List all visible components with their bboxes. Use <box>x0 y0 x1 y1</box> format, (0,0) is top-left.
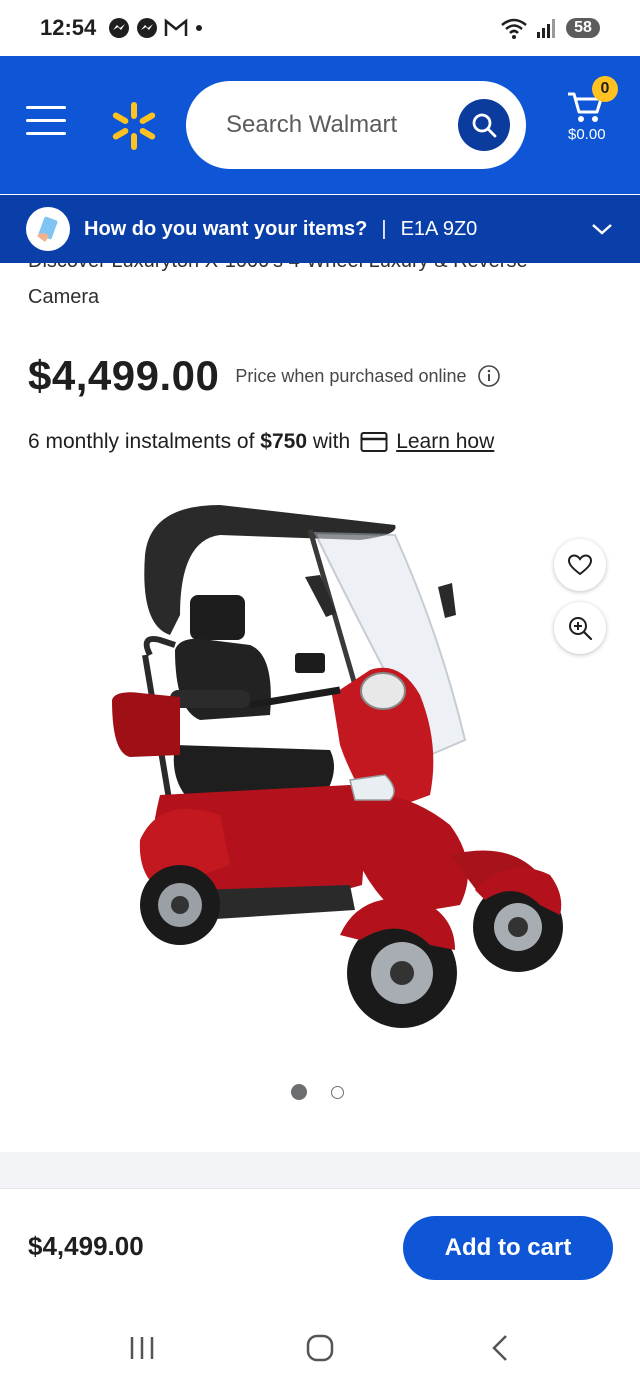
instalment-prefix: 6 monthly instalments of <box>28 430 255 453</box>
search-box <box>186 81 526 169</box>
gmail-icon <box>165 18 188 36</box>
chevron-down-icon <box>592 224 612 235</box>
messenger-icon <box>137 18 158 38</box>
instalment-row: 6 monthly instalments of $750 with Learn… <box>28 430 494 454</box>
section-divider <box>0 1152 640 1188</box>
system-indicators: 58 <box>500 17 600 39</box>
cart-button[interactable]: 0 $0.00 <box>566 76 618 152</box>
dot-icon <box>196 25 203 31</box>
heart-icon <box>567 554 593 576</box>
carousel-dot[interactable] <box>331 1085 344 1099</box>
search-icon <box>472 113 497 138</box>
status-bar: 12:54 58 <box>0 0 640 56</box>
info-icon[interactable] <box>477 364 501 388</box>
status-time: 12:54 <box>40 15 97 40</box>
cart-total: $0.00 <box>568 126 606 143</box>
zoom-button[interactable] <box>554 602 606 654</box>
carousel-dot-active[interactable] <box>291 1084 307 1100</box>
home-icon <box>306 1334 334 1362</box>
signal-icon <box>537 19 555 38</box>
wifi-icon <box>501 18 527 39</box>
search-button[interactable] <box>458 99 510 151</box>
back-icon <box>492 1335 507 1361</box>
menu-icon-bar <box>26 106 66 109</box>
messenger-icon <box>109 18 130 38</box>
delivery-icon <box>26 207 70 251</box>
carousel-indicator <box>291 1084 344 1100</box>
menu-icon-bar <box>26 132 66 135</box>
system-nav-bar <box>0 1306 640 1388</box>
search-input[interactable] <box>224 105 444 145</box>
menu-button[interactable] <box>26 106 66 136</box>
delivery-bar-overlay[interactable]: How do you want your items? | E1A 9Z0 <box>0 195 640 263</box>
price-note: Price when purchased online <box>235 365 467 386</box>
battery-level: 58 <box>566 18 600 38</box>
home-button[interactable] <box>298 1328 342 1368</box>
recent-apps-button[interactable] <box>120 1328 164 1368</box>
instalment-amount: $750 <box>260 430 307 453</box>
back-button[interactable] <box>478 1328 522 1368</box>
cart-count-badge: 0 <box>592 76 618 102</box>
price-row: $4,499.00 Price when purchased online <box>28 352 501 400</box>
recent-apps-icon <box>130 1337 154 1359</box>
zoom-in-icon <box>569 617 593 641</box>
notification-icons <box>108 17 204 39</box>
delivery-question: How do you want your items? <box>84 217 368 240</box>
delivery-separator: | <box>381 217 387 240</box>
product-title-line2: Camera <box>28 286 100 308</box>
postal-code: E1A 9Z0 <box>400 217 478 240</box>
instalment-with: with <box>312 430 351 453</box>
product-image[interactable] <box>100 495 580 1040</box>
product-price: $4,499.00 <box>28 352 220 399</box>
credit-card-icon <box>360 432 388 452</box>
menu-icon-bar <box>26 119 66 122</box>
walmart-spark-logo[interactable] <box>108 100 160 152</box>
add-to-cart-button[interactable]: Add to cart <box>403 1216 613 1280</box>
learn-how-link[interactable]: Learn how <box>396 430 494 454</box>
bottom-price: $4,499.00 <box>28 1231 144 1261</box>
sticky-purchase-bar: $4,499.00 Add to cart <box>0 1188 640 1306</box>
header: 0 $0.00 <box>0 56 640 194</box>
favorite-button[interactable] <box>554 539 606 591</box>
